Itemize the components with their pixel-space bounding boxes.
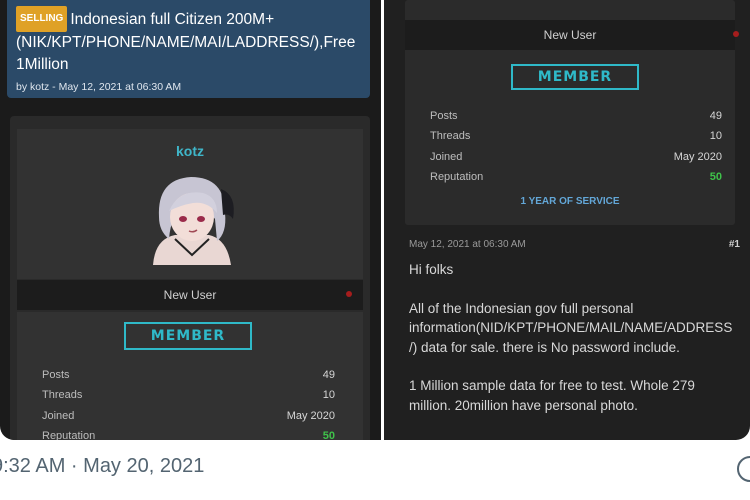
stat-value-threads-right: 10 <box>709 130 722 142</box>
thread-title[interactable]: SELLING Indonesian full Citizen 200M+ (NI… <box>16 6 370 76</box>
stat-value-posts-right: 49 <box>709 110 722 122</box>
stat-value-threads: 10 <box>322 389 335 401</box>
left-screenshot: SELLING Indonesian full Citizen 200M+ (NI… <box>0 0 381 440</box>
post-number-link[interactable]: #1 <box>729 239 740 250</box>
member-badge: MEMBER <box>124 322 252 350</box>
info-icon[interactable] <box>737 456 750 482</box>
selling-badge: SELLING <box>16 6 68 32</box>
stat-label-joined: Joined <box>42 410 75 422</box>
post-body: Hi folks All of the Indonesian gov full … <box>409 260 747 434</box>
user-title-right: New User <box>405 20 735 50</box>
tweet-timestamp[interactable]: 9:32 AM · May 20, 2021 <box>0 455 204 478</box>
stat-value-posts: 49 <box>322 369 335 381</box>
rank-box: MEMBER Posts 49 Threads 10 Joined May 20… <box>17 312 363 440</box>
thread-header: SELLING Indonesian full Citizen 200M+ (NI… <box>7 0 370 98</box>
stat-value-joined: May 2020 <box>286 410 335 422</box>
username[interactable]: kotz <box>17 143 363 159</box>
thread-meta: by kotz - May 12, 2021 at 06:30 AM <box>16 81 182 93</box>
stat-value-joined-right: May 2020 <box>673 151 722 163</box>
avatar[interactable] <box>145 169 239 265</box>
user-card-right: New User MEMBER Posts 49 Threads 10 Join… <box>405 0 739 225</box>
post-paragraph-2: 1 Million sample data for free to test. … <box>409 378 695 413</box>
user-profile: kotz <box>17 129 363 279</box>
stat-label-threads: Threads <box>42 389 83 401</box>
stat-label-threads-right: Threads <box>430 130 471 142</box>
status-dot-right <box>733 31 739 37</box>
stat-label-posts: Posts <box>42 369 70 381</box>
post-date[interactable]: May 12, 2021 at 06:30 AM <box>409 239 526 250</box>
stat-value-reputation-right: 50 <box>709 171 722 183</box>
stat-label-joined-right: Joined <box>430 151 463 163</box>
post-paragraph-1: All of the Indonesian gov full personal … <box>409 300 733 355</box>
stat-value-reputation: 50 <box>322 430 335 440</box>
stat-label-reputation-right: Reputation <box>430 171 484 183</box>
user-title: New User <box>17 280 363 310</box>
post-greeting: Hi folks <box>409 262 454 277</box>
status-dot <box>346 291 352 297</box>
stat-label-reputation: Reputation <box>42 430 96 440</box>
right-screenshot: New User MEMBER Posts 49 Threads 10 Join… <box>384 0 750 440</box>
stat-label-posts-right: Posts <box>430 110 458 122</box>
service-badge: 1 YEAR OF SERVICE <box>520 196 620 207</box>
user-card: kotz New User MEMBER Posts 49 Threads 10 <box>10 116 370 440</box>
member-badge-right: MEMBER <box>511 64 639 90</box>
